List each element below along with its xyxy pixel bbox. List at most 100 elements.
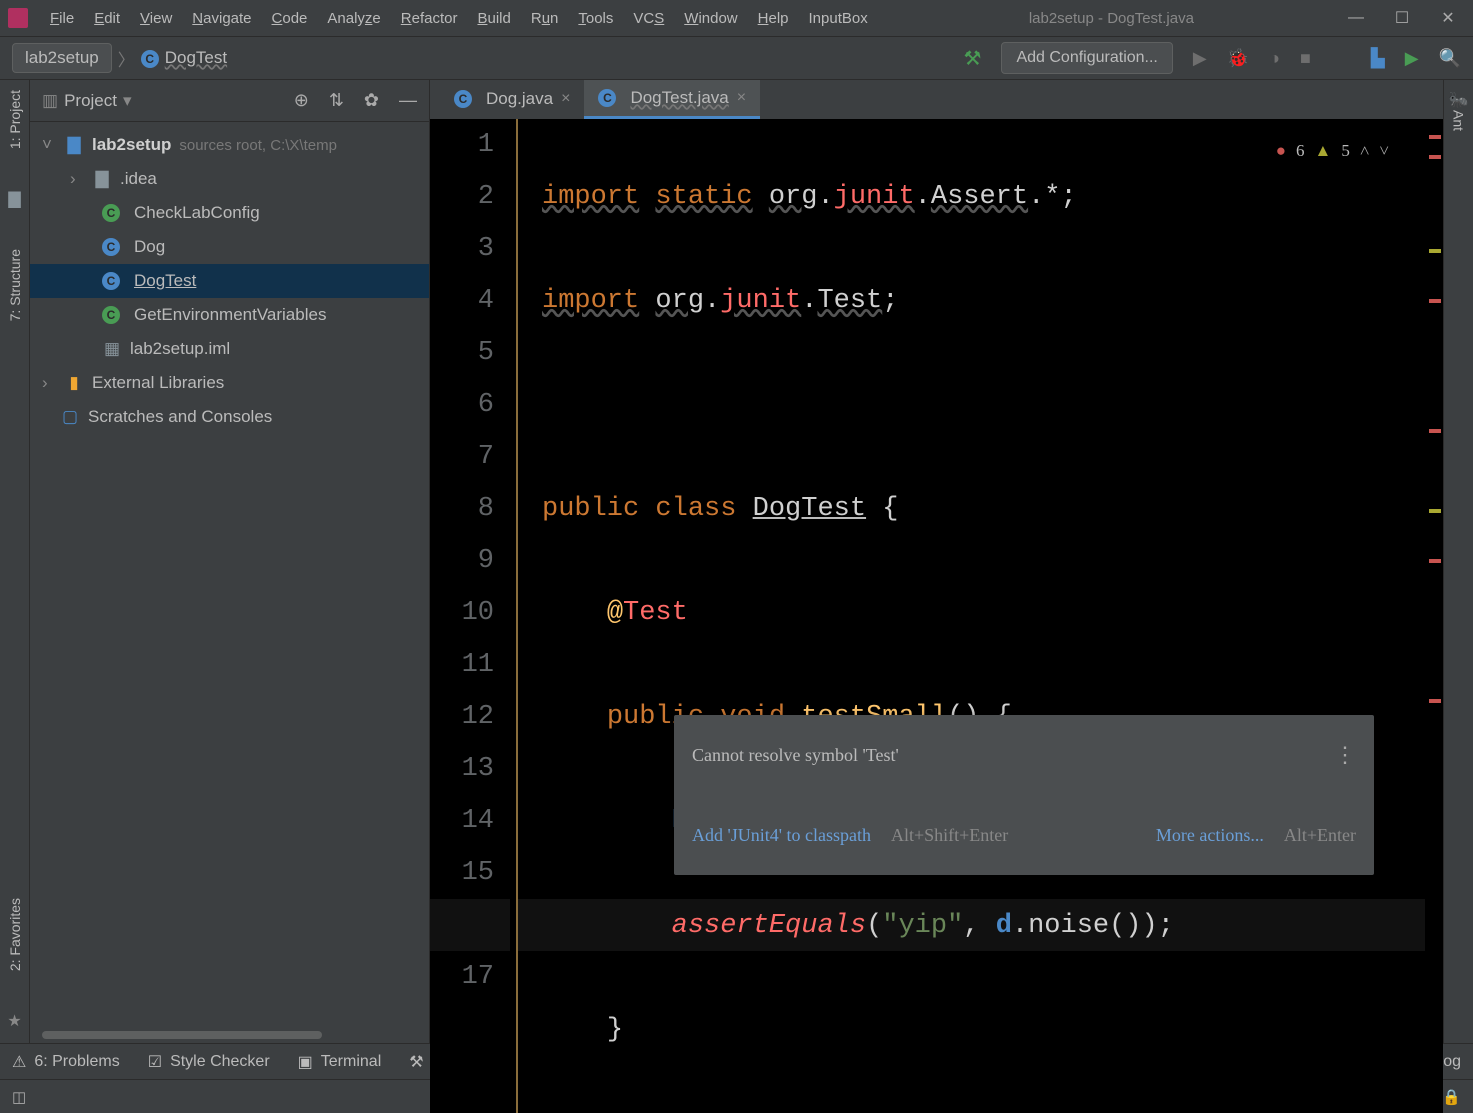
chevron-up-icon[interactable]: ˄ bbox=[1360, 125, 1370, 177]
error-icon: ● bbox=[1276, 125, 1286, 177]
lock-icon[interactable]: 🔒 bbox=[1442, 1088, 1461, 1106]
class-icon: C bbox=[141, 50, 159, 68]
run-anything-icon[interactable]: ▶ bbox=[1405, 48, 1419, 69]
titlebar: File Edit View Navigate Code Analyze Ref… bbox=[0, 0, 1473, 36]
menu-file[interactable]: File bbox=[42, 6, 82, 31]
project-panel: ▥ Project ▾ ⊕ ⇅ ✿ — ˅ ▇ lab2setup sources… bbox=[30, 80, 430, 1043]
chevron-right-icon[interactable]: › bbox=[70, 169, 84, 189]
tree-root[interactable]: ˅ ▇ lab2setup sources root, C:\X\temp bbox=[30, 128, 429, 162]
app-icon bbox=[8, 8, 28, 28]
more-icon[interactable]: ⋮ bbox=[1334, 729, 1356, 781]
hint-title: Cannot resolve symbol 'Test' bbox=[692, 729, 899, 781]
tree-item-checklabconfig[interactable]: C CheckLabConfig bbox=[30, 196, 429, 230]
folder-icon: ▇ bbox=[92, 169, 112, 189]
error-stripe[interactable] bbox=[1425, 119, 1443, 1113]
code-area[interactable]: import static org.junit.Assert.*; import… bbox=[518, 119, 1425, 1113]
editor: C Dog.java × C DogTest.java × 1234567891… bbox=[430, 80, 1443, 1043]
menu-edit[interactable]: Edit bbox=[86, 6, 128, 31]
menu-tools[interactable]: Tools bbox=[570, 6, 621, 31]
warning-icon: ⚠ bbox=[12, 1052, 26, 1072]
tree-item-dogtest[interactable]: C DogTest bbox=[30, 264, 429, 298]
tree-item-idea[interactable]: › ▇ .idea bbox=[30, 162, 429, 196]
project-panel-title: Project bbox=[64, 91, 117, 111]
class-icon: C bbox=[598, 89, 616, 107]
tree-external-libs[interactable]: › ▮ External Libraries bbox=[30, 366, 429, 400]
scratches-icon: ▢ bbox=[60, 407, 80, 427]
build-icon[interactable]: ⚒ bbox=[964, 46, 982, 71]
line-gutter[interactable]: 1234567891011121314151617 bbox=[430, 119, 510, 1113]
minimize-icon[interactable]: — bbox=[1347, 9, 1365, 27]
tool-tab-project[interactable]: 1: Project bbox=[7, 90, 23, 149]
dropdown-icon[interactable]: ▾ bbox=[123, 91, 132, 111]
tool-tab-ant[interactable]: Ant bbox=[1451, 110, 1467, 131]
stop-icon[interactable]: ■ bbox=[1300, 48, 1311, 69]
intention-popup[interactable]: Cannot resolve symbol 'Test' ⋮ Add 'JUni… bbox=[674, 715, 1374, 875]
maximize-icon[interactable]: ☐ bbox=[1393, 9, 1411, 27]
chevron-down-icon[interactable]: ˅ bbox=[42, 135, 56, 155]
left-tool-strip: 1: Project ▇ 7: Structure 2: Favorites ★ bbox=[0, 80, 30, 1043]
star-icon[interactable]: ★ bbox=[7, 1011, 21, 1031]
menu-view[interactable]: View bbox=[132, 6, 180, 31]
class-run-icon: C bbox=[102, 204, 120, 222]
run-icon[interactable]: ▶ bbox=[1193, 48, 1207, 69]
ant-icon[interactable]: 🐜 bbox=[1449, 90, 1469, 110]
menu-window[interactable]: Window bbox=[676, 6, 745, 31]
tab-dog[interactable]: C Dog.java × bbox=[440, 81, 584, 119]
tab-dogtest[interactable]: C DogTest.java × bbox=[584, 80, 760, 119]
editor-tabs: C Dog.java × C DogTest.java × bbox=[430, 80, 1443, 119]
expand-all-icon[interactable]: ⇅ bbox=[329, 90, 344, 111]
project-panel-header: ▥ Project ▾ ⊕ ⇅ ✿ — bbox=[30, 80, 429, 122]
breadcrumb-file[interactable]: CDogTest bbox=[141, 48, 227, 68]
window-title: lab2setup - DogTest.java bbox=[876, 10, 1347, 27]
menu-run[interactable]: Run bbox=[523, 6, 567, 31]
hint-action-add-junit[interactable]: Add 'JUnit4' to classpath bbox=[692, 809, 871, 861]
close-icon[interactable]: × bbox=[561, 90, 570, 108]
close-icon[interactable]: ✕ bbox=[1439, 9, 1457, 27]
project-structure-icon[interactable]: ▙ bbox=[1371, 48, 1385, 69]
menu-build[interactable]: Build bbox=[469, 6, 518, 31]
chevron-right-icon[interactable]: › bbox=[42, 373, 56, 393]
chevron-down-icon[interactable]: ˅ bbox=[1379, 125, 1389, 177]
toolwin-terminal[interactable]: ▣Terminal bbox=[298, 1052, 382, 1072]
menu-navigate[interactable]: Navigate bbox=[184, 6, 259, 31]
debug-icon[interactable]: 🐞 bbox=[1227, 48, 1249, 69]
tree-item-getenv[interactable]: C GetEnvironmentVariables bbox=[30, 298, 429, 332]
class-run-icon: C bbox=[102, 306, 120, 324]
inspection-widget[interactable]: ●6 ▲5 ˄ ˅ bbox=[1276, 125, 1389, 177]
module-icon: ▇ bbox=[64, 135, 84, 155]
menu-refactor[interactable]: Refactor bbox=[393, 6, 466, 31]
editor-body[interactable]: 1234567891011121314151617 import static … bbox=[430, 119, 1443, 1113]
toolwin-problems[interactable]: ⚠6: Problems bbox=[12, 1052, 120, 1072]
project-icon: ▥ bbox=[42, 91, 58, 111]
menu-inputbox[interactable]: InputBox bbox=[801, 6, 876, 31]
tree-item-dog[interactable]: C Dog bbox=[30, 230, 429, 264]
toolwin-style[interactable]: ☑Style Checker bbox=[148, 1052, 270, 1072]
class-icon: C bbox=[102, 238, 120, 256]
chevron-right-icon: 〉 bbox=[118, 46, 135, 71]
search-icon[interactable]: 🔍 bbox=[1439, 48, 1461, 69]
run-config-button[interactable]: Add Configuration... bbox=[1001, 42, 1172, 74]
folder-icon[interactable]: ▇ bbox=[8, 189, 20, 209]
project-tree[interactable]: ˅ ▇ lab2setup sources root, C:\X\temp › … bbox=[30, 122, 429, 1031]
tree-scratches[interactable]: ▢ Scratches and Consoles bbox=[30, 400, 429, 434]
library-icon: ▮ bbox=[64, 373, 84, 393]
menu-vcs[interactable]: VCS bbox=[625, 6, 672, 31]
menubar: File Edit View Navigate Code Analyze Ref… bbox=[42, 6, 876, 31]
tool-tab-favorites[interactable]: 2: Favorites bbox=[7, 898, 23, 971]
menu-help[interactable]: Help bbox=[750, 6, 797, 31]
settings-icon[interactable]: ✿ bbox=[364, 90, 379, 111]
breadcrumb-project[interactable]: lab2setup bbox=[12, 43, 112, 73]
hint-more-actions[interactable]: More actions... bbox=[1156, 809, 1264, 861]
hide-icon[interactable]: — bbox=[399, 90, 417, 111]
toolwindows-icon[interactable]: ◫ bbox=[12, 1088, 26, 1106]
menu-code[interactable]: Code bbox=[264, 6, 316, 31]
navbar: lab2setup 〉 CDogTest ⚒ Add Configuration… bbox=[0, 36, 1473, 80]
close-icon[interactable]: × bbox=[737, 89, 746, 107]
tree-item-iml[interactable]: ▦ lab2setup.iml bbox=[30, 332, 429, 366]
select-opened-icon[interactable]: ⊕ bbox=[294, 90, 309, 111]
right-tool-strip: 🐜 Ant bbox=[1443, 80, 1473, 1043]
project-scrollbar[interactable] bbox=[30, 1031, 429, 1043]
menu-analyze[interactable]: Analyze bbox=[319, 6, 388, 31]
tool-tab-structure[interactable]: 7: Structure bbox=[7, 249, 23, 321]
coverage-icon[interactable]: ◑ bbox=[1269, 48, 1280, 69]
